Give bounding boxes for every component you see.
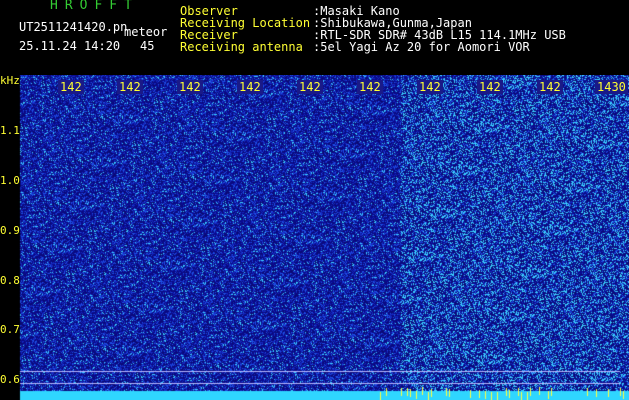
count-label: 45 — [140, 39, 155, 53]
x-tick-label: 142 — [417, 80, 443, 94]
x-tick-label: 142 — [357, 80, 383, 94]
y-tick-label: 0.6 — [0, 373, 20, 386]
y-tick-label: 1.0 — [0, 174, 20, 187]
x-tick-label: 142 — [297, 80, 323, 94]
x-tick-label: 142 — [537, 80, 563, 94]
x-tick-label: 142 — [477, 80, 503, 94]
antenna-value: :5el Yagi Az 20 for Aomori VOR — [313, 40, 530, 54]
brand-label: HROFFT — [50, 0, 139, 13]
x-tick-label: 1430 — [595, 80, 628, 94]
header-panel: HROFFT UT2511241420.pn meteor 25.11.24 1… — [0, 0, 629, 75]
x-tick-label: 142 — [237, 80, 263, 94]
mode-label: meteor — [124, 25, 168, 39]
y-tick-label: 0.8 — [0, 274, 20, 287]
x-tick-label: 142 — [58, 80, 84, 94]
waterfall-spectrogram — [0, 75, 629, 400]
y-tick-label: 0.7 — [0, 323, 20, 336]
filename-label: UT2511241420.pn — [19, 20, 128, 34]
y-tick-label: 0.9 — [0, 224, 20, 237]
datetime-label: 25.11.24 14:20 — [19, 39, 121, 53]
x-tick-label: 142 — [177, 80, 203, 94]
x-tick-label: 142 — [117, 80, 143, 94]
antenna-label: Receiving antenna — [180, 40, 303, 54]
y-tick-label: 1.1 — [0, 124, 20, 137]
frequency-unit-label: kHz — [0, 74, 20, 87]
